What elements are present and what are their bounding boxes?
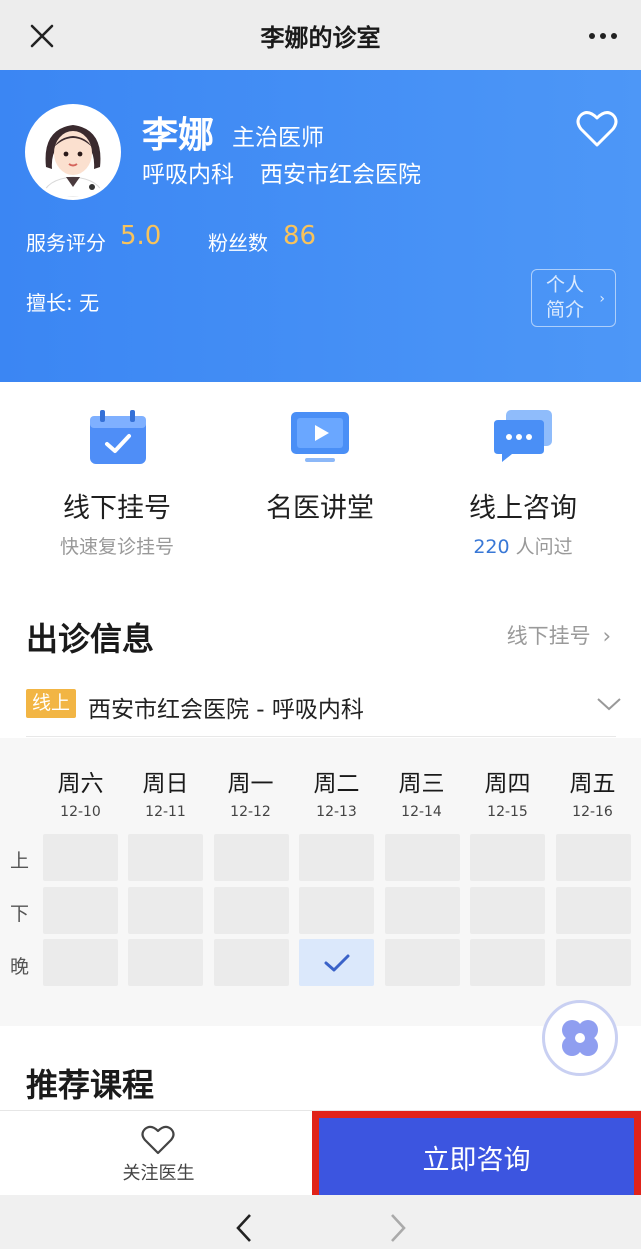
day-column-header: 周五 12-16 xyxy=(555,764,630,820)
schedule-cell xyxy=(214,887,289,934)
schedule-section-title: 出诊信息 xyxy=(26,620,155,658)
schedule-cell xyxy=(43,939,118,986)
schedule-cell xyxy=(128,887,203,934)
schedule-cell xyxy=(556,939,631,986)
day-name: 周日 xyxy=(142,771,189,797)
page-title: 李娜的诊室 xyxy=(260,23,381,52)
schedule-cell xyxy=(299,834,374,881)
schedule-cell xyxy=(43,887,118,934)
location-text: 西安市红会医院 - 呼吸内科 xyxy=(88,697,364,723)
service-subtitle: 220 人问过 xyxy=(416,532,630,559)
schedule-cell xyxy=(556,887,631,934)
heart-icon[interactable] xyxy=(576,110,618,150)
chat-bubble-icon xyxy=(490,406,556,468)
close-icon[interactable] xyxy=(22,16,62,56)
day-date: 12-11 xyxy=(145,804,186,820)
chevron-down-icon xyxy=(596,696,622,712)
forward-arrow-icon[interactable] xyxy=(384,1211,410,1245)
schedule-cell xyxy=(128,939,203,986)
schedule-cell xyxy=(128,834,203,881)
day-column-header: 周二 12-13 xyxy=(299,764,374,820)
schedule-cell xyxy=(385,939,460,986)
slot-label-morning: 上 xyxy=(10,850,30,872)
schedule-cell xyxy=(470,939,545,986)
schedule-cell xyxy=(214,834,289,881)
fans-label: 粉丝数 xyxy=(208,231,268,255)
chevron-right-icon: › xyxy=(599,291,605,307)
schedule-cell xyxy=(299,887,374,934)
service-subtitle: 快速复诊挂号 xyxy=(59,536,174,558)
checkmark-icon xyxy=(324,954,349,971)
fans-value: 86 xyxy=(283,221,317,251)
day-name: 周三 xyxy=(398,771,445,797)
doctor-title: 主治医师 xyxy=(232,125,324,151)
schedule-cell xyxy=(470,834,545,881)
offline-registration-link[interactable]: 线下挂号 › xyxy=(507,620,611,650)
schedule-grid: 周六 12-10 周日 12-11 周一 12-12 周二 12-13 周三 12-14 … xyxy=(0,738,641,1026)
doctor-profile-header: 李娜 主治医师 呼吸内科 西安市红会医院 服务评分 5.0 粉丝数 86 擅长:… xyxy=(0,70,641,382)
browser-nav-bar xyxy=(0,1195,641,1249)
consult-now-button[interactable]: 立即咨询 xyxy=(312,1111,641,1203)
heart-outline-icon xyxy=(141,1125,175,1157)
day-date: 12-13 xyxy=(316,804,357,820)
day-column-header: 周一 12-12 xyxy=(213,764,288,820)
floating-menu-button[interactable] xyxy=(542,1000,618,1076)
schedule-cell xyxy=(556,834,631,881)
rating-value: 5.0 xyxy=(120,221,162,251)
day-date: 12-15 xyxy=(487,804,528,820)
divider xyxy=(26,736,616,737)
more-options-icon[interactable] xyxy=(583,16,623,56)
consult-count-suffix: 人问过 xyxy=(509,536,573,558)
day-name: 周四 xyxy=(484,771,531,797)
day-name: 周二 xyxy=(313,771,360,797)
day-name: 周六 xyxy=(57,771,104,797)
consult-count: 220 xyxy=(473,536,510,558)
service-offline-registration[interactable]: 线下挂号 快速复诊挂号 xyxy=(10,382,224,582)
service-label: 线上咨询 xyxy=(469,493,577,524)
online-badge: 线上 xyxy=(26,689,77,718)
link-label: 线下挂号 xyxy=(506,624,591,648)
video-play-icon xyxy=(287,406,353,468)
profile-intro-button[interactable]: 个人 简介 › xyxy=(531,269,616,327)
doctor-avatar xyxy=(25,104,121,200)
day-date: 12-12 xyxy=(230,804,271,820)
service-label: 名医讲堂 xyxy=(266,493,374,524)
expertise-text: 擅长: 无 xyxy=(26,291,100,315)
service-lecture-hall[interactable]: 名医讲堂 xyxy=(213,382,427,582)
follow-doctor-button[interactable]: 关注医生 xyxy=(0,1111,317,1196)
day-date: 12-10 xyxy=(60,804,101,820)
schedule-cell xyxy=(385,887,460,934)
day-column-header: 周日 12-11 xyxy=(128,764,203,820)
slot-label-evening: 晚 xyxy=(10,956,30,978)
schedule-cell xyxy=(385,834,460,881)
service-label: 线下挂号 xyxy=(63,493,171,524)
day-column-header: 周三 12-14 xyxy=(384,764,459,820)
day-name: 周一 xyxy=(227,771,274,797)
slot-label-afternoon: 下 xyxy=(10,903,30,925)
courses-section-title: 推荐课程 xyxy=(26,1066,155,1104)
schedule-cell xyxy=(214,939,289,986)
day-name: 周五 xyxy=(569,771,616,797)
doctor-department: 呼吸内科 xyxy=(142,162,234,188)
calendar-check-icon xyxy=(84,406,150,468)
services-row: 线下挂号 快速复诊挂号 名医讲堂 线上咨询 220 人问过 xyxy=(0,382,641,592)
chevron-right-icon: › xyxy=(602,624,611,648)
back-arrow-icon[interactable] xyxy=(232,1211,258,1245)
location-selector[interactable]: 线上 西安市红会医院 - 呼吸内科 xyxy=(0,680,641,736)
day-date: 12-14 xyxy=(401,804,442,820)
follow-label: 关注医生 xyxy=(122,1163,195,1184)
bottom-action-bar: 关注医生 立即咨询 xyxy=(0,1110,641,1203)
clover-icon xyxy=(562,1020,598,1056)
doctor-name: 李娜 xyxy=(142,115,215,156)
schedule-cell-available[interactable] xyxy=(299,939,374,986)
day-date: 12-16 xyxy=(572,804,613,820)
rating-label: 服务评分 xyxy=(26,231,106,255)
schedule-cell xyxy=(43,834,118,881)
day-column-header: 周六 12-10 xyxy=(43,764,118,820)
schedule-cell xyxy=(470,887,545,934)
day-column-header: 周四 12-15 xyxy=(470,764,545,820)
service-online-consult[interactable]: 线上咨询 220 人问过 xyxy=(416,382,630,582)
doctor-hospital: 西安市红会医院 xyxy=(260,162,421,188)
top-nav-bar: 李娜的诊室 xyxy=(0,0,641,70)
